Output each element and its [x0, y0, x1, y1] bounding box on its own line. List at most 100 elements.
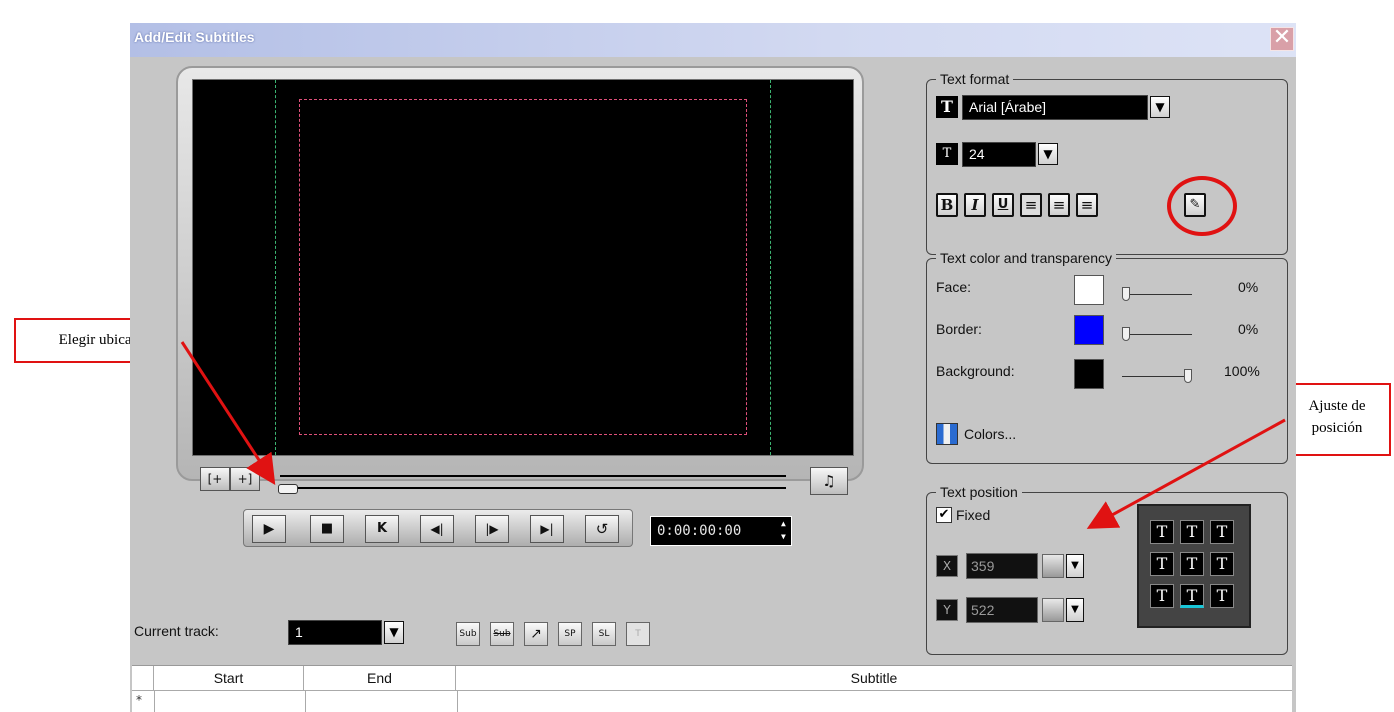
table-row[interactable]	[154, 691, 1292, 712]
close-button[interactable]: ✕	[1270, 27, 1294, 51]
x-position-icon: X	[936, 555, 958, 577]
bold-button[interactable]: B	[936, 193, 958, 217]
position-top-left[interactable]: T	[1150, 520, 1174, 544]
table-cell-divider	[305, 691, 306, 712]
colors-button[interactable]: Colors...	[936, 421, 1086, 449]
x-position-field[interactable]: 359	[966, 553, 1038, 579]
new-row-marker: *	[136, 693, 142, 707]
check-icon: ✔	[938, 507, 950, 522]
subtitle-list-button[interactable]: SL	[592, 622, 616, 646]
face-label: Face:	[936, 279, 972, 295]
position-middle-center[interactable]: T	[1180, 552, 1204, 576]
next-frame-button[interactable]: |▶	[475, 515, 509, 543]
timecode-value: 0:00:00:00	[657, 523, 742, 539]
callout-line: posición	[1311, 420, 1363, 436]
font-dropdown-arrow[interactable]: ▼	[1150, 96, 1170, 118]
highlight-circle	[1167, 176, 1237, 236]
align-left-button[interactable]: ≡	[1020, 193, 1042, 217]
face-slider-knob[interactable]	[1122, 287, 1130, 301]
play-button[interactable]: ▶	[252, 515, 286, 543]
position-middle-left[interactable]: T	[1150, 552, 1174, 576]
previous-frame-button[interactable]: ◀|	[420, 515, 454, 543]
current-track-select[interactable]: 1	[288, 620, 382, 645]
colors-label: Colors...	[964, 426, 1017, 442]
face-slider[interactable]	[1122, 281, 1192, 301]
title-bar: Add/Edit Subtitles ✕	[130, 23, 1296, 57]
scrub-line-top	[280, 475, 786, 477]
position-top-center[interactable]: T	[1180, 520, 1204, 544]
face-color-swatch[interactable]	[1074, 275, 1104, 305]
scrub-handle[interactable]	[278, 484, 298, 494]
palette-icon	[936, 423, 958, 445]
stop-button[interactable]: ■	[310, 515, 344, 543]
font-size-dropdown-arrow[interactable]: ▼	[1038, 143, 1058, 165]
y-position-dropdown[interactable]: ▼	[1066, 598, 1084, 622]
open-subtitle-file-button[interactable]: ↗	[524, 622, 548, 646]
y-position-field[interactable]: 522	[966, 597, 1038, 623]
border-label: Border:	[936, 321, 982, 337]
timecode-field[interactable]: 0:00:00:00 ▲▼	[650, 516, 792, 546]
window-title: Add/Edit Subtitles	[134, 29, 255, 45]
text-style-button[interactable]: T	[626, 622, 650, 646]
font-select[interactable]: Arial [Árabe]	[962, 95, 1148, 120]
x-position-dropdown[interactable]: ▼	[1066, 554, 1084, 578]
text-format-legend: Text format	[936, 71, 1014, 87]
border-value: 0%	[1238, 321, 1259, 337]
align-center-button[interactable]: ≡	[1048, 193, 1070, 217]
mark-out-button[interactable]: +]	[230, 467, 260, 491]
y-position-icon: Y	[936, 599, 958, 621]
text-position-legend: Text position	[936, 484, 1022, 500]
background-label: Background:	[936, 363, 1015, 379]
column-header-start[interactable]: Start	[154, 666, 304, 690]
fixed-label: Fixed	[956, 507, 991, 523]
repeat-button[interactable]: ↺	[585, 515, 619, 543]
border-color-swatch[interactable]	[1074, 315, 1104, 345]
action-safe-area	[299, 99, 747, 435]
mark-in-button[interactable]: [+	[200, 467, 230, 491]
fixed-checkbox[interactable]: ✔	[936, 507, 952, 523]
font-size-select[interactable]: 24	[962, 142, 1036, 167]
callout-line: Ajuste de	[1308, 398, 1366, 414]
column-header-subtitle[interactable]: Subtitle	[456, 666, 1292, 690]
border-slider[interactable]	[1122, 321, 1192, 341]
table-cell-divider	[457, 691, 458, 712]
y-position-spinner[interactable]	[1042, 598, 1064, 622]
add-edit-subtitles-dialog: Add/Edit Subtitles ✕ [+ +] ♫ ▶ ■ K ◀| |▶…	[130, 23, 1296, 712]
scrub-line-bottom	[280, 487, 786, 489]
music-icon: ♫	[822, 472, 836, 490]
subtitle-table: Start End Subtitle *	[132, 665, 1292, 712]
go-to-end-button[interactable]: ▶|	[530, 515, 564, 543]
timecode-spin[interactable]: ▲▼	[781, 517, 789, 543]
row-header-corner	[132, 666, 154, 690]
background-color-swatch[interactable]	[1074, 359, 1104, 389]
italic-button[interactable]: I	[964, 193, 986, 217]
position-bottom-left[interactable]: T	[1150, 584, 1174, 608]
background-value: 100%	[1224, 363, 1260, 379]
font-icon: T	[936, 96, 958, 118]
text-color-legend: Text color and transparency	[936, 250, 1116, 266]
border-slider-knob[interactable]	[1122, 327, 1130, 341]
save-subtitle-file-button[interactable]: SP	[558, 622, 582, 646]
position-bottom-center[interactable]: T	[1180, 584, 1204, 608]
current-track-dropdown-arrow[interactable]: ▼	[384, 621, 404, 644]
add-subtitle-button[interactable]: Sub	[456, 622, 480, 646]
remove-subtitle-button[interactable]: Sub	[490, 622, 514, 646]
column-header-end[interactable]: End	[304, 666, 456, 690]
video-preview[interactable]	[192, 79, 854, 456]
music-track-button[interactable]: ♫	[810, 467, 848, 495]
position-middle-right[interactable]: T	[1210, 552, 1234, 576]
background-slider-knob[interactable]	[1184, 369, 1192, 383]
x-position-spinner[interactable]	[1042, 554, 1064, 578]
background-slider[interactable]	[1122, 363, 1192, 383]
go-to-start-button[interactable]: K	[365, 515, 399, 543]
face-value: 0%	[1238, 279, 1259, 295]
current-track-label: Current track:	[134, 623, 219, 639]
scrub-track[interactable]	[280, 467, 786, 493]
position-grid: T T T T T T T T T	[1137, 504, 1251, 628]
align-right-button[interactable]: ≡	[1076, 193, 1098, 217]
callout-ajuste-posicion: Ajuste de posición	[1283, 383, 1391, 456]
underline-button[interactable]: U	[992, 193, 1014, 217]
position-top-right[interactable]: T	[1210, 520, 1234, 544]
position-bottom-right[interactable]: T	[1210, 584, 1234, 608]
font-size-icon: T	[936, 143, 958, 165]
